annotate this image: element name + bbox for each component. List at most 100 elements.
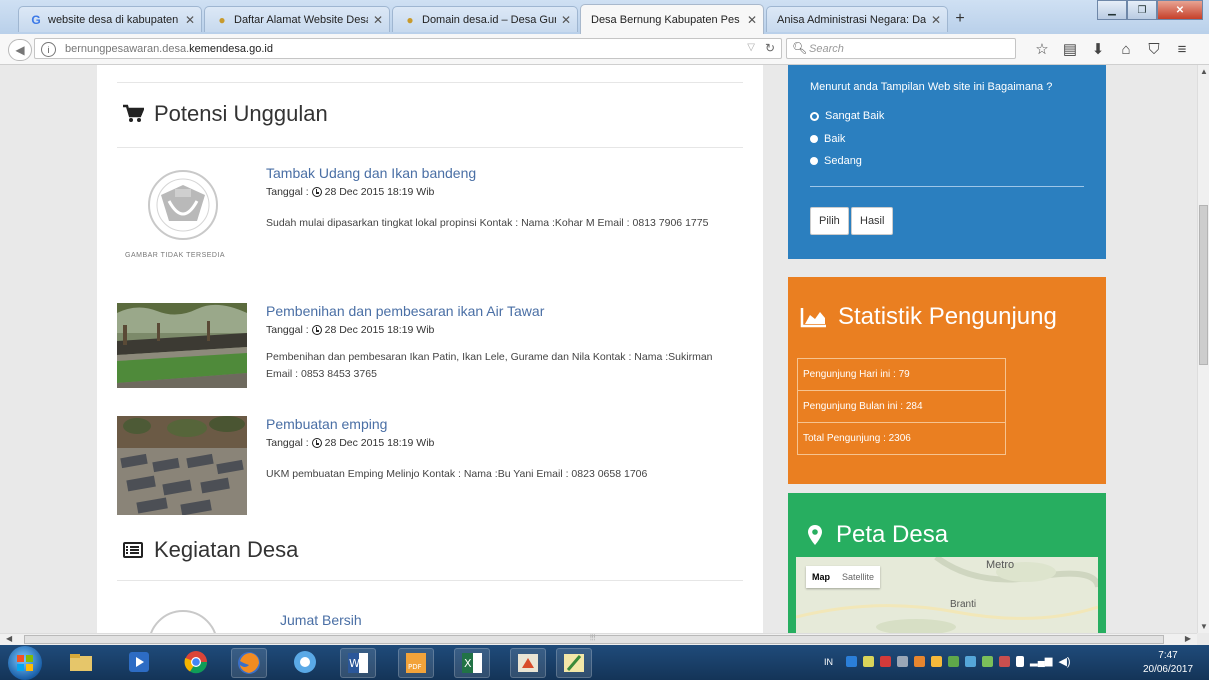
tray-app-icon[interactable] [931, 656, 942, 667]
potensi-post: Pembenihan dan pembesaran ikan Air Tawar… [117, 303, 737, 401]
fish-pond-photo [117, 303, 247, 388]
app-icon[interactable] [510, 648, 546, 678]
close-tab-icon[interactable]: ✕ [373, 13, 383, 27]
volume-icon[interactable]: ◀) [1058, 655, 1070, 668]
emping-image [117, 416, 247, 516]
clock-time: 7:47 [1158, 650, 1178, 661]
tray-app-icon[interactable] [999, 656, 1010, 667]
close-tab-icon[interactable]: ✕ [561, 13, 571, 27]
stats-table: Pengunjung Hari ini : 79 Pengunjung Bula… [797, 358, 1006, 455]
google-icon: G [31, 12, 41, 27]
close-window-button[interactable]: ✕ [1157, 0, 1203, 20]
chrome-icon[interactable] [181, 648, 211, 676]
browser-tab-strip: G website desa di kabupaten pe ✕ ● Dafta… [0, 0, 1209, 34]
tray-app-icon[interactable] [880, 656, 891, 667]
scrollbar-thumb[interactable] [1199, 205, 1208, 365]
post-title-link[interactable]: Jumat Bersih [280, 612, 362, 628]
page-viewport: Potensi Unggulan GAMBAR TIDAK TERSEDIA T… [0, 65, 1197, 633]
map-type-satellite-button[interactable]: Satellite [836, 566, 880, 588]
close-tab-icon[interactable]: ✕ [185, 13, 195, 27]
tab-domain-desa[interactable]: ● Domain desa.id – Desa Gunu ✕ [392, 6, 578, 32]
post-description: Sudah mulai dipasarkan tingkat lokal pro… [266, 217, 709, 229]
firefox-icon[interactable] [231, 648, 267, 678]
scroll-right-arrow-icon[interactable]: ▶ [1185, 634, 1191, 643]
vote-button[interactable]: Pilih [810, 207, 849, 235]
close-tab-icon[interactable]: ✕ [747, 13, 757, 27]
media-player-icon[interactable] [124, 648, 154, 676]
tray-app-icon[interactable] [897, 656, 908, 667]
back-button[interactable]: ◀ [8, 39, 32, 61]
post-title-link[interactable]: Pembenihan dan pembesaran ikan Air Tawar [266, 303, 544, 319]
url-dropdown-icon[interactable]: ▽ [747, 42, 755, 53]
browser-app-icon[interactable] [290, 648, 320, 676]
area-chart-icon [800, 308, 826, 328]
paint-icon[interactable] [556, 648, 592, 678]
tray-app-icon[interactable] [965, 656, 976, 667]
system-clock[interactable]: 7:47 20/06/2017 [1130, 649, 1206, 677]
poll-option-sedang[interactable]: Sedang [810, 155, 862, 167]
bookmark-star-icon[interactable]: ☆ [1028, 39, 1056, 59]
post-date: Tanggal : 28 Dec 2015 18:19 Wib [266, 324, 434, 336]
vertical-scrollbar[interactable]: ▲ ▼ [1197, 65, 1209, 633]
address-bar[interactable]: i bernungpesawaran.desa.kemendesa.go.id … [34, 38, 782, 59]
tray-app-icon[interactable] [846, 656, 857, 667]
map-type-map-button[interactable]: Map [806, 566, 836, 588]
shopping-cart-icon [123, 104, 144, 122]
post-title-link[interactable]: Tambak Udang dan Ikan bandeng [266, 165, 476, 181]
language-indicator[interactable]: IN [824, 657, 833, 667]
windows-logo-icon [17, 655, 33, 671]
divider [117, 147, 743, 148]
ministry-emblem-icon [148, 170, 218, 240]
clock-icon [311, 187, 322, 197]
tray-app-icon[interactable] [982, 656, 993, 667]
result-button[interactable]: Hasil [851, 207, 894, 235]
poll-option-baik[interactable]: Baik [810, 133, 845, 145]
date-label: Tanggal : [266, 324, 309, 336]
potensi-title: Potensi Unggulan [154, 101, 328, 126]
map-type-control: Map Satellite [806, 566, 881, 588]
post-title-link[interactable]: Pembuatan emping [266, 416, 387, 432]
radio-icon[interactable] [810, 135, 818, 143]
post-description: Pembenihan dan pembesaran Ikan Patin, Ik… [266, 351, 713, 380]
radio-icon[interactable] [810, 157, 818, 165]
tray-app-icon[interactable] [863, 656, 874, 667]
file-explorer-icon[interactable] [66, 648, 96, 676]
download-icon[interactable]: ⬇ [1084, 39, 1112, 59]
scrollbar-grip-icon: ⦙⦙⦙ [590, 633, 596, 642]
battery-icon[interactable] [1016, 656, 1024, 667]
scroll-left-arrow-icon[interactable]: ◀ [6, 634, 12, 643]
bookmarks-list-icon[interactable]: ▤ [1056, 39, 1084, 59]
tab-desa-bernung[interactable]: Desa Bernung Kabupaten Pes ✕ [580, 4, 764, 34]
tray-app-icon[interactable] [914, 656, 925, 667]
menu-icon[interactable]: ≡ [1168, 39, 1196, 59]
tab-label: Anisa Administrasi Negara: Data [777, 13, 926, 26]
home-icon[interactable]: ⌂ [1112, 39, 1140, 59]
tab-google-search[interactable]: G website desa di kabupaten pe ✕ [18, 6, 202, 32]
new-tab-button[interactable]: + [950, 8, 970, 30]
word-icon[interactable]: W [340, 648, 376, 678]
maximize-button[interactable]: ❐ [1127, 0, 1157, 20]
tab-daftar-alamat[interactable]: ● Daftar Alamat Website Desa ✕ [204, 6, 390, 32]
poll-option-sangat-baik[interactable]: Sangat Baik [810, 110, 884, 122]
system-tray: ▂▄▆ ◀) [846, 655, 1071, 668]
embedded-map[interactable]: Map Satellite Metro Branti [796, 557, 1098, 633]
pocket-icon[interactable]: ⛉ [1140, 39, 1168, 59]
close-tab-icon[interactable]: ✕ [931, 13, 941, 27]
reload-icon[interactable]: ↻ [765, 41, 775, 55]
url-text: bernungpesawaran.desa.kemendesa.go.id [65, 43, 273, 55]
potensi-post: GAMBAR TIDAK TERSEDIA Tambak Udang dan I… [117, 165, 737, 285]
tab-anisa-administrasi[interactable]: Anisa Administrasi Negara: Data ✕ [766, 6, 948, 32]
clock-date: 20/06/2017 [1142, 664, 1194, 675]
network-signal-icon[interactable]: ▂▄▆ [1030, 656, 1052, 667]
scroll-down-arrow-icon[interactable]: ▼ [1200, 622, 1208, 631]
url-prefix: bernungpesawaran.desa. [65, 43, 190, 55]
tray-app-icon[interactable] [948, 656, 959, 667]
search-bar[interactable]: 🔍︎ Search [786, 38, 1016, 59]
pdf-icon[interactable]: PDF [398, 648, 434, 678]
info-icon[interactable]: i [41, 42, 56, 57]
start-button[interactable] [8, 646, 42, 680]
minimize-button[interactable]: ▁ [1097, 0, 1127, 20]
radio-selected-icon[interactable] [810, 111, 819, 121]
excel-icon[interactable]: X [454, 648, 490, 678]
scroll-up-arrow-icon[interactable]: ▲ [1200, 67, 1208, 76]
